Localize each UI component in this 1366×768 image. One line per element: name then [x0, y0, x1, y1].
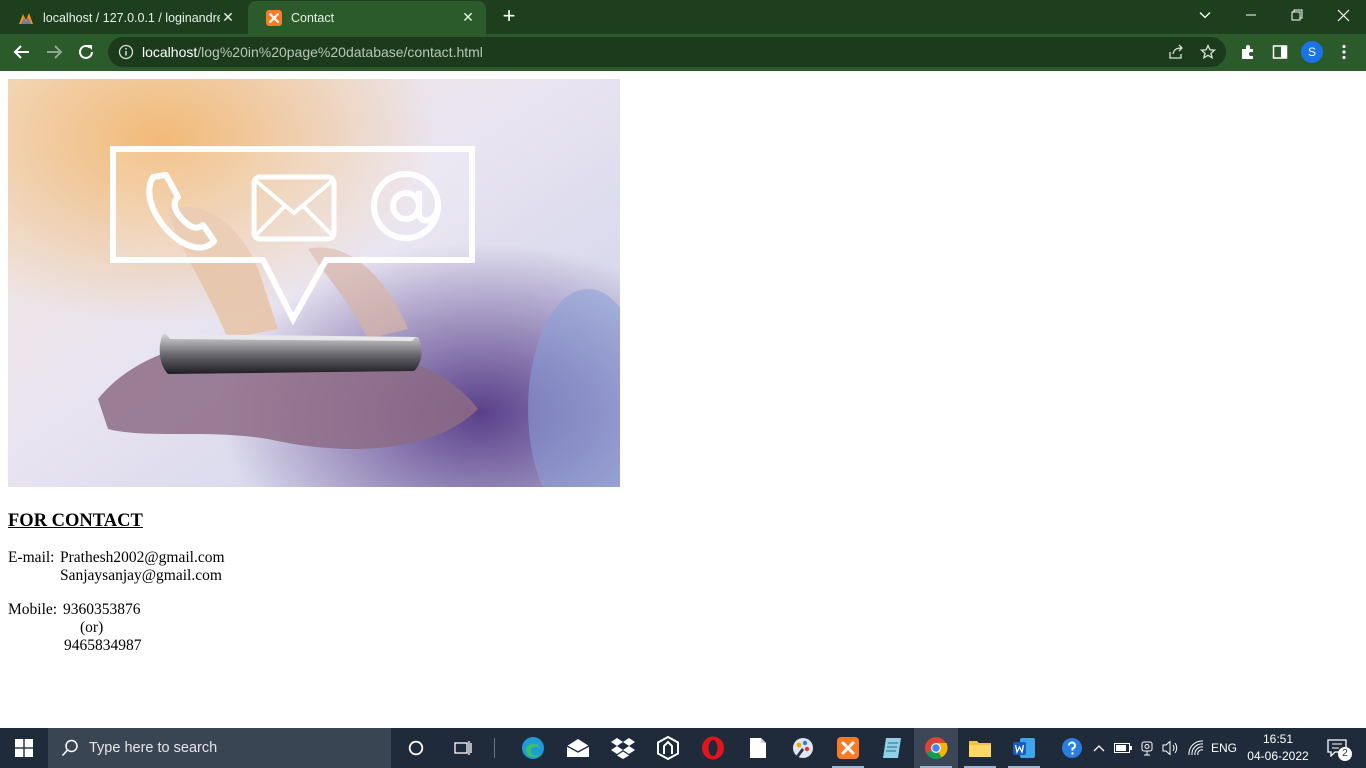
notes-app[interactable]: [870, 728, 914, 768]
task-view-icon: [454, 741, 472, 755]
mobile-label: Mobile:: [8, 601, 58, 618]
info-icon[interactable]: [118, 44, 134, 60]
volume-tray[interactable]: [1160, 728, 1182, 768]
forward-arrow-icon: [47, 45, 63, 59]
url-path: /log%20in%20page%20database/contact.html: [197, 44, 483, 60]
windows-logo-icon: [15, 739, 33, 757]
help-icon: [1062, 738, 1082, 758]
mobile-number: 9465834987: [64, 637, 142, 654]
xampp-icon: [837, 737, 859, 759]
notification-count-badge: 2: [1338, 747, 1352, 761]
word-icon: [1013, 738, 1035, 758]
share-icon[interactable]: [1166, 42, 1186, 62]
profile-avatar[interactable]: S: [1301, 41, 1323, 63]
dropbox-app[interactable]: [601, 728, 645, 768]
xampp-app[interactable]: [826, 728, 870, 768]
tab-title: localhost / 127.0.0.1 / loginandre: [43, 10, 220, 25]
clock-date: 04-06-2022: [1247, 749, 1309, 763]
notes-icon: [883, 738, 901, 758]
page-content: FOR CONTACT E-mail: Prathesh2002@gmail.c…: [0, 71, 1366, 728]
close-window-button[interactable]: [1320, 0, 1366, 30]
clock[interactable]: 16:51 04-06-2022: [1244, 731, 1312, 765]
or-separator: (or): [80, 619, 104, 636]
language-indicator[interactable]: ENG: [1208, 728, 1240, 768]
reload-icon: [79, 44, 93, 59]
bookmark-star-icon[interactable]: [1198, 42, 1218, 62]
close-tab-icon[interactable]: ✕: [460, 9, 476, 26]
battery-tray[interactable]: [1112, 728, 1134, 768]
email-address: Sanjaysanjay@gmail.com: [60, 567, 222, 584]
search-icon: [61, 739, 78, 757]
windows-taskbar: Type here to search ENG 16:51 04-06-2022…: [0, 728, 1366, 768]
dropbox-icon: [611, 738, 635, 759]
page-heading: FOR CONTACT: [8, 511, 143, 531]
taskbar-search-box[interactable]: Type here to search: [48, 728, 391, 768]
contact-hero-image: [8, 79, 620, 487]
show-hidden-icons-button[interactable]: [1090, 728, 1108, 768]
wifi-icon: [1188, 740, 1204, 756]
hexagon-app-icon: [657, 736, 679, 760]
meet-now-tray[interactable]: [1137, 728, 1157, 768]
chrome-app[interactable]: [914, 728, 958, 768]
restore-button[interactable]: [1274, 0, 1320, 30]
store-app[interactable]: [646, 728, 690, 768]
network-tray[interactable]: [1185, 728, 1207, 768]
mail-icon: [566, 739, 590, 757]
chrome-icon: [925, 737, 948, 759]
mobile-number: 9360353876: [63, 601, 141, 618]
chrome-menu-icon[interactable]: [1334, 42, 1354, 62]
palette-icon: [793, 738, 813, 758]
browser-tab-strip: localhost / 127.0.0.1 / loginandre ✕ Con…: [0, 0, 1366, 34]
back-button[interactable]: [8, 38, 36, 66]
extensions-puzzle-icon[interactable]: [1238, 42, 1258, 62]
paint-app[interactable]: [781, 728, 825, 768]
forward-button[interactable]: [40, 38, 68, 66]
opera-icon: [702, 736, 724, 760]
xampp-icon: [266, 9, 282, 26]
close-tab-icon[interactable]: ✕: [220, 9, 236, 26]
document-icon: [750, 738, 766, 758]
chevron-up-icon: [1093, 745, 1105, 752]
edge-icon: [522, 737, 544, 759]
minimize-button[interactable]: [1228, 0, 1274, 30]
tab-phpmyadmin[interactable]: localhost / 127.0.0.1 / loginandre ✕: [0, 1, 246, 34]
mail-app[interactable]: [556, 728, 600, 768]
webcam-icon: [1141, 741, 1153, 756]
start-button[interactable]: [0, 728, 48, 768]
new-tab-button[interactable]: +: [498, 5, 520, 28]
back-arrow-icon: [13, 45, 29, 59]
tab-title: Contact: [291, 10, 335, 25]
email-address: Prathesh2002@gmail.com: [60, 549, 225, 566]
edge-app[interactable]: [511, 728, 555, 768]
tab-contact[interactable]: Contact ✕: [248, 1, 486, 34]
folder-icon: [969, 741, 991, 757]
search-placeholder: Type here to search: [89, 740, 218, 756]
notifications-button[interactable]: 2: [1318, 728, 1356, 768]
word-app[interactable]: [1002, 728, 1046, 768]
battery-icon: [1114, 743, 1132, 753]
url-text[interactable]: localhost/log%20in%20page%20database/con…: [142, 44, 483, 60]
phpmyadmin-icon: [19, 12, 33, 24]
speaker-icon: [1162, 740, 1178, 756]
opera-app[interactable]: [691, 728, 735, 768]
url-host: localhost: [142, 44, 198, 60]
task-view-button[interactable]: [441, 728, 485, 768]
reload-button[interactable]: [72, 38, 100, 66]
notepad-app[interactable]: [736, 728, 780, 768]
help-tray-button[interactable]: [1058, 728, 1086, 768]
address-bar[interactable]: localhost/log%20in%20page%20database/con…: [108, 37, 1226, 67]
taskbar-divider: [494, 738, 495, 758]
cortana-circle-icon: [408, 740, 424, 756]
email-label: E-mail:: [8, 549, 55, 566]
tab-search-chevron-icon[interactable]: [1182, 0, 1228, 30]
side-panel-icon[interactable]: [1270, 42, 1290, 62]
browser-toolbar: localhost/log%20in%20page%20database/con…: [0, 34, 1366, 71]
file-explorer-app[interactable]: [958, 728, 1002, 768]
clock-time: 16:51: [1262, 732, 1294, 746]
cortana-button[interactable]: [394, 728, 438, 768]
